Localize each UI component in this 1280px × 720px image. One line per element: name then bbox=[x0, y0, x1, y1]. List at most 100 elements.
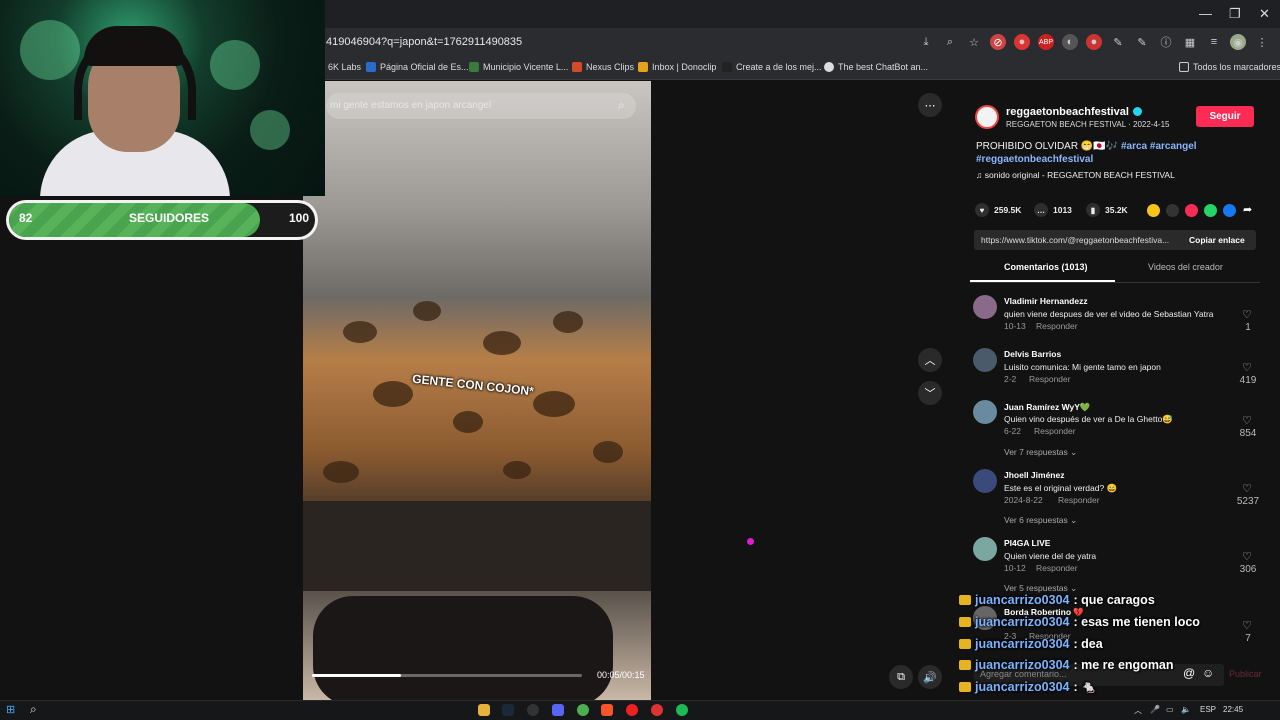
comment-avatar[interactable] bbox=[973, 348, 997, 372]
comment-avatar[interactable] bbox=[973, 295, 997, 319]
tab-creator-videos[interactable]: Videos del creador bbox=[1148, 262, 1223, 272]
mention-icon[interactable]: @ bbox=[1183, 666, 1195, 680]
spotify-icon[interactable] bbox=[676, 704, 688, 716]
comment-author[interactable]: Jhoell Jiménez bbox=[1004, 470, 1064, 480]
menu-dots-icon[interactable]: ⋮ bbox=[1254, 34, 1270, 50]
volume-icon[interactable]: 🔈 bbox=[1181, 705, 1191, 714]
bookmark-item[interactable]: 6K Labs bbox=[328, 62, 361, 72]
app-icon[interactable] bbox=[651, 704, 663, 716]
facebook-icon[interactable] bbox=[1223, 204, 1236, 217]
follow-button[interactable]: Seguir bbox=[1196, 106, 1254, 127]
share-arrow-icon[interactable]: ➦ bbox=[1243, 203, 1252, 216]
extension-icon-4[interactable]: ● bbox=[1086, 34, 1102, 50]
author-name[interactable]: reggaetonbeachfestival bbox=[1006, 106, 1129, 118]
leopard-spot bbox=[593, 441, 623, 463]
heart-icon[interactable]: ♡ bbox=[1242, 414, 1252, 427]
heart-icon[interactable]: ♡ bbox=[1242, 361, 1252, 374]
discord-icon[interactable] bbox=[552, 704, 564, 716]
search-icon[interactable]: ⌕ bbox=[30, 702, 37, 717]
heart-icon[interactable]: ♡ bbox=[1242, 550, 1252, 563]
active-tab-indicator bbox=[970, 280, 1115, 282]
comment-author[interactable]: Vladimir Hernandezz bbox=[1004, 296, 1088, 306]
extensions-puzzle-icon[interactable]: ▦ bbox=[1182, 34, 1198, 50]
steam-icon[interactable] bbox=[502, 704, 514, 716]
like-stat[interactable]: ♥ 259.5K bbox=[975, 203, 1021, 217]
pip-button[interactable]: ⧉ bbox=[889, 665, 913, 689]
chrome-icon[interactable] bbox=[577, 704, 589, 716]
comment-avatar[interactable] bbox=[973, 537, 997, 561]
emoji-icon[interactable]: ☺ bbox=[1202, 666, 1214, 680]
tab-comments[interactable]: Comentarios (1013) bbox=[1004, 262, 1088, 272]
network-icon[interactable]: ▭ bbox=[1166, 705, 1174, 714]
comment-avatar[interactable] bbox=[973, 400, 997, 424]
comment-author[interactable]: Juan Ramírez WyY💚 bbox=[1004, 402, 1090, 413]
reply-button[interactable]: Responder bbox=[1034, 426, 1076, 436]
file-explorer-icon[interactable] bbox=[478, 704, 490, 716]
share-link[interactable]: https://www.tiktok.com/@reggaetonbeachfe… bbox=[981, 235, 1169, 245]
hashtag-link[interactable]: #reggaetonbeachfestival bbox=[976, 154, 1093, 165]
bookmark-item[interactable]: Municipio Vicente L... bbox=[469, 62, 568, 72]
leopard-spot bbox=[413, 301, 441, 321]
reply-button[interactable]: Responder bbox=[1029, 374, 1071, 384]
comment-author[interactable]: Delvis Barrios bbox=[1004, 349, 1061, 359]
bookmark-item[interactable]: The best ChatBot an... bbox=[824, 62, 928, 72]
hashtag-links[interactable]: #arca #arcangel bbox=[1121, 141, 1197, 152]
close-button[interactable]: ✕ bbox=[1259, 6, 1270, 22]
bookmark-item[interactable]: Página Oficial de Es... bbox=[366, 62, 469, 72]
extension-icon-3[interactable]: ◐ bbox=[1062, 34, 1078, 50]
zoom-icon[interactable]: ⌕ bbox=[942, 34, 958, 50]
brave-icon[interactable] bbox=[601, 704, 613, 716]
clock[interactable]: 22:45 bbox=[1223, 705, 1243, 714]
previous-video-button[interactable]: ︿ bbox=[918, 348, 942, 372]
extension-icon-2[interactable]: ● bbox=[1014, 34, 1030, 50]
volume-button[interactable]: 🔊 bbox=[918, 665, 942, 689]
heart-icon[interactable]: ♡ bbox=[1242, 308, 1252, 321]
author-avatar[interactable] bbox=[975, 105, 999, 129]
send-icon[interactable] bbox=[1185, 204, 1198, 217]
obs-icon[interactable] bbox=[527, 704, 539, 716]
info-icon[interactable]: ⓘ bbox=[1158, 34, 1174, 50]
heart-icon[interactable]: ♡ bbox=[1242, 482, 1252, 495]
view-replies-button[interactable]: Ver 7 respuestas ⌄ bbox=[1004, 447, 1077, 458]
extension-icon-1[interactable]: ⊘ bbox=[990, 34, 1006, 50]
comment-avatar[interactable] bbox=[973, 469, 997, 493]
video-progress-bar[interactable] bbox=[312, 674, 582, 677]
comment-likes: 7 bbox=[1245, 633, 1251, 644]
bookmark-item[interactable]: Inbox | Donoclip bbox=[638, 62, 716, 72]
language-indicator[interactable]: ESP bbox=[1200, 705, 1216, 714]
reply-button[interactable]: Responder bbox=[1036, 321, 1078, 331]
extension-icon-5[interactable]: ✎ bbox=[1110, 34, 1126, 50]
windows-start-icon[interactable]: ⊞ bbox=[6, 703, 15, 716]
star-icon[interactable]: ☆ bbox=[966, 34, 982, 50]
reply-button[interactable]: Responder bbox=[1036, 563, 1078, 573]
embed-icon[interactable] bbox=[1166, 204, 1179, 217]
next-video-button[interactable]: ﹀ bbox=[918, 381, 942, 405]
save-stat[interactable]: ▮ 35.2K bbox=[1086, 203, 1128, 217]
heart-icon[interactable]: ♡ bbox=[1242, 619, 1252, 632]
more-options-button[interactable]: ⋯ bbox=[918, 93, 942, 117]
reply-button[interactable]: Responder bbox=[1058, 495, 1100, 505]
copy-link-button[interactable]: Copiar enlace bbox=[1189, 235, 1245, 245]
bookmark-item[interactable]: Create a de los mej... bbox=[722, 62, 822, 72]
install-icon[interactable]: ⤓ bbox=[918, 34, 934, 50]
comment-stat[interactable]: … 1013 bbox=[1034, 203, 1072, 217]
minimize-button[interactable]: — bbox=[1199, 6, 1212, 21]
all-bookmarks[interactable]: Todos los marcadores bbox=[1179, 62, 1280, 72]
url-text[interactable]: 419046904?q=japon&t=1762911490835 bbox=[326, 36, 522, 48]
bookmark-item[interactable]: Nexus Clips bbox=[572, 62, 634, 72]
tray-chevron-icon[interactable]: ︿ bbox=[1134, 705, 1142, 716]
restore-button[interactable]: ❐ bbox=[1229, 6, 1241, 22]
mic-icon[interactable]: 🎤 bbox=[1150, 705, 1160, 714]
coin-icon[interactable] bbox=[1147, 204, 1160, 217]
extension-icon-6[interactable]: ✎ bbox=[1134, 34, 1150, 50]
search-icon[interactable]: ⌕ bbox=[618, 98, 625, 113]
media-player-icon[interactable] bbox=[626, 704, 638, 716]
whatsapp-icon[interactable] bbox=[1204, 204, 1217, 217]
adblock-icon[interactable]: ABP bbox=[1038, 34, 1054, 50]
view-replies-button[interactable]: Ver 6 respuestas ⌄ bbox=[1004, 515, 1077, 526]
media-icon[interactable]: ≡ bbox=[1206, 34, 1222, 50]
music-info[interactable]: ♫ sonido original - REGGAETON BEACH FEST… bbox=[976, 170, 1175, 180]
post-button[interactable]: Publicar bbox=[1229, 669, 1262, 679]
comment-author[interactable]: PI4GA LIVE bbox=[1004, 538, 1050, 548]
profile-avatar[interactable]: ◉ bbox=[1230, 34, 1246, 50]
